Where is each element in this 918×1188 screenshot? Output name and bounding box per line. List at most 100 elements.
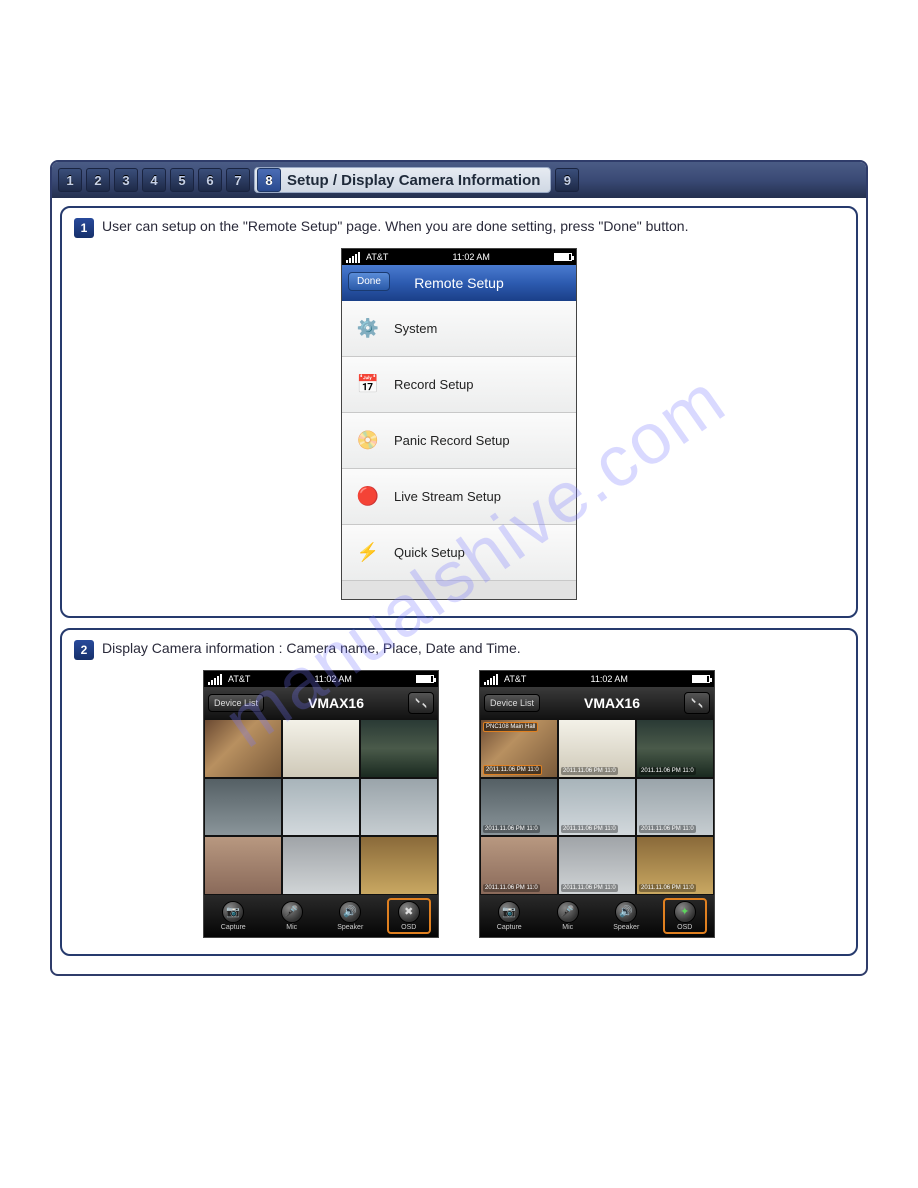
osd-button-active[interactable]: ✦OSD bbox=[663, 898, 707, 934]
step-1-box: 1 User can setup on the "Remote Setup" p… bbox=[60, 206, 858, 618]
device-title: VMAX16 bbox=[308, 695, 364, 711]
camera-cell[interactable]: 2011.11.06 PM 11:0 bbox=[480, 778, 558, 837]
clock-label: 11:02 AM bbox=[452, 252, 489, 262]
camera-cell[interactable] bbox=[282, 778, 360, 837]
osd-camera-name: PNC108 Main Hall bbox=[483, 722, 538, 732]
menu-label: Quick Setup bbox=[394, 545, 465, 560]
menu-label: Panic Record Setup bbox=[394, 433, 510, 448]
done-button[interactable]: Done bbox=[348, 272, 390, 291]
status-bar: AT&T 11:02 AM bbox=[480, 671, 714, 687]
status-bar: AT&T 11:02 AM bbox=[342, 249, 576, 265]
menu-label: System bbox=[394, 321, 437, 336]
mic-button[interactable]: 🎤Mic bbox=[546, 901, 590, 931]
menu-label: Live Stream Setup bbox=[394, 489, 501, 504]
lightning-icon: ⚡ bbox=[354, 539, 382, 567]
camera-grid[interactable]: PNC108 Main Hall 2011.11.06 PM 11:0 2011… bbox=[480, 719, 714, 895]
tab-3[interactable]: 3 bbox=[114, 168, 138, 192]
osd-timestamp: 2011.11.06 PM 11:0 bbox=[561, 767, 618, 775]
capture-button[interactable]: 📷Capture bbox=[487, 901, 531, 931]
camera-cell[interactable] bbox=[360, 778, 438, 837]
signal-icon bbox=[346, 252, 360, 263]
camera-grid[interactable] bbox=[204, 719, 438, 895]
osd-timestamp: 2011.11.06 PM 11:0 bbox=[483, 765, 542, 775]
osd-timestamp: 2011.11.06 PM 11:0 bbox=[483, 825, 540, 833]
camera-toolbar: 📷Capture 🎤Mic 🔊Speaker ✖OSD bbox=[204, 895, 438, 937]
main-panel: 1 2 3 4 5 6 7 8 Setup / Display Camera I… bbox=[50, 160, 868, 976]
osd-timestamp: 2011.11.06 PM 11:0 bbox=[561, 825, 618, 833]
step-2-number: 2 bbox=[74, 640, 94, 660]
menu-panic-record-setup[interactable]: 📀 Panic Record Setup bbox=[342, 413, 576, 469]
camera-cell[interactable] bbox=[360, 836, 438, 895]
tab-7[interactable]: 7 bbox=[226, 168, 250, 192]
capture-button[interactable]: 📷Capture bbox=[211, 901, 255, 931]
camera-cell[interactable]: 2011.11.06 PM 11:0 bbox=[636, 719, 714, 778]
signal-icon bbox=[208, 674, 222, 685]
carrier-label: AT&T bbox=[504, 674, 526, 684]
osd-timestamp: 2011.11.06 PM 11:0 bbox=[639, 767, 696, 775]
camera-cell[interactable] bbox=[204, 836, 282, 895]
step-1-text: User can setup on the "Remote Setup" pag… bbox=[102, 218, 688, 234]
camera-navbar: Device List VMAX16 bbox=[204, 687, 438, 719]
status-bar: AT&T 11:02 AM bbox=[204, 671, 438, 687]
tab-8-active[interactable]: 8 Setup / Display Camera Information bbox=[254, 167, 551, 193]
camera-cell[interactable]: 2011.11.06 PM 11:0 bbox=[480, 836, 558, 895]
camera-view-phone-left: AT&T 11:02 AM Device List VMAX16 bbox=[203, 670, 439, 938]
expand-icon bbox=[690, 696, 704, 710]
camera-view-phone-right: AT&T 11:02 AM Device List VMAX16 bbox=[479, 670, 715, 938]
expand-button[interactable] bbox=[684, 692, 710, 714]
clock-label: 11:02 AM bbox=[314, 674, 351, 684]
speaker-button[interactable]: 🔊Speaker bbox=[604, 901, 648, 931]
menu-live-stream-setup[interactable]: 🔴 Live Stream Setup bbox=[342, 469, 576, 525]
remote-setup-phone: AT&T 11:02 AM Done Remote Setup ⚙️ Syste… bbox=[341, 248, 577, 600]
tab-8-title: Setup / Display Camera Information bbox=[287, 172, 540, 189]
camera-cell[interactable]: 2011.11.06 PM 11:0 bbox=[636, 778, 714, 837]
signal-icon bbox=[484, 674, 498, 685]
tab-1[interactable]: 1 bbox=[58, 168, 82, 192]
expand-button[interactable] bbox=[408, 692, 434, 714]
tab-2[interactable]: 2 bbox=[86, 168, 110, 192]
battery-icon bbox=[416, 675, 434, 683]
panel-body: 1 User can setup on the "Remote Setup" p… bbox=[52, 198, 866, 974]
tab-5[interactable]: 5 bbox=[170, 168, 194, 192]
step-1-number: 1 bbox=[74, 218, 94, 238]
camera-cell[interactable]: PNC108 Main Hall 2011.11.06 PM 11:0 bbox=[480, 719, 558, 778]
tab-4[interactable]: 4 bbox=[142, 168, 166, 192]
navbar-title: Remote Setup bbox=[414, 275, 504, 291]
step-tab-bar: 1 2 3 4 5 6 7 8 Setup / Display Camera I… bbox=[52, 162, 866, 198]
device-list-button[interactable]: Device List bbox=[208, 694, 264, 712]
osd-timestamp: 2011.11.06 PM 11:0 bbox=[561, 884, 618, 892]
camera-cell[interactable] bbox=[282, 719, 360, 778]
carrier-label: AT&T bbox=[366, 252, 388, 262]
eye-icon: 🔴 bbox=[354, 483, 382, 511]
camera-cell[interactable]: 2011.11.06 PM 11:0 bbox=[558, 836, 636, 895]
camera-cell[interactable] bbox=[204, 719, 282, 778]
tab-9[interactable]: 9 bbox=[555, 168, 579, 192]
menu-record-setup[interactable]: 📅 Record Setup bbox=[342, 357, 576, 413]
remote-setup-navbar: Done Remote Setup bbox=[342, 265, 576, 301]
device-list-button[interactable]: Device List bbox=[484, 694, 540, 712]
menu-label: Record Setup bbox=[394, 377, 474, 392]
mic-button[interactable]: 🎤Mic bbox=[270, 901, 314, 931]
camera-cell[interactable] bbox=[282, 836, 360, 895]
calendar-icon: 📅 bbox=[354, 371, 382, 399]
setup-menu-list: ⚙️ System 📅 Record Setup 📀 Panic Record … bbox=[342, 301, 576, 599]
camera-cell[interactable]: 2011.11.06 PM 11:0 bbox=[558, 778, 636, 837]
disc-icon: 📀 bbox=[354, 427, 382, 455]
camera-cell[interactable]: 2011.11.06 PM 11:0 bbox=[558, 719, 636, 778]
menu-quick-setup[interactable]: ⚡ Quick Setup bbox=[342, 525, 576, 581]
camera-cell[interactable] bbox=[360, 719, 438, 778]
tab-6[interactable]: 6 bbox=[198, 168, 222, 192]
speaker-button[interactable]: 🔊Speaker bbox=[328, 901, 372, 931]
osd-timestamp: 2011.11.06 PM 11:0 bbox=[483, 884, 540, 892]
osd-button[interactable]: ✖OSD bbox=[387, 898, 431, 934]
camera-cell[interactable] bbox=[204, 778, 282, 837]
step-2-box: 2 Display Camera information : Camera na… bbox=[60, 628, 858, 956]
battery-icon bbox=[554, 253, 572, 261]
expand-icon bbox=[414, 696, 428, 710]
gear-icon: ⚙️ bbox=[354, 315, 382, 343]
osd-timestamp: 2011.11.06 PM 11:0 bbox=[639, 825, 696, 833]
tab-8-number: 8 bbox=[257, 168, 281, 192]
menu-system[interactable]: ⚙️ System bbox=[342, 301, 576, 357]
camera-cell[interactable]: 2011.11.06 PM 11:0 bbox=[636, 836, 714, 895]
battery-icon bbox=[692, 675, 710, 683]
